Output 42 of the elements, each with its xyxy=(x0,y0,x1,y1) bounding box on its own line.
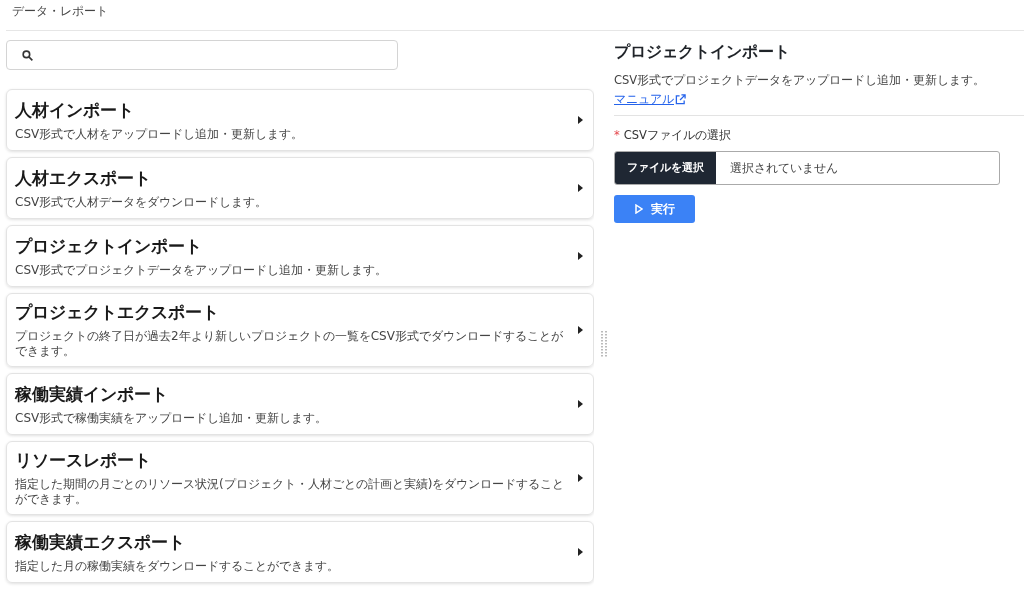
search-field[interactable] xyxy=(6,40,398,70)
card-description: CSV形式でプロジェクトデータをアップロードし追加・更新します。 xyxy=(15,262,389,278)
card-description: 指定した期間の月ごとのリソース状況(プロジェクト・人材ごとの計画と実績)をダウンロードすることができます。 xyxy=(15,477,566,507)
card-title: 人材インポート xyxy=(15,98,135,122)
report-card[interactable]: リソースレポート 指定した期間の月ごとのリソース状況(プロジェクト・人材ごとの計画と実績)をダウンロードすることができます。 xyxy=(6,441,594,515)
caret-right-icon xyxy=(578,400,583,408)
card-description: プロジェクトの終了日が過去2年より新しいプロジェクトの一覧をCSV形式でダウンロードすることができます。 xyxy=(15,329,564,359)
report-card[interactable]: 稼働実績エクスポート 指定した月の稼働実績をダウンロードすることができます。 xyxy=(6,521,594,583)
caret-right-icon xyxy=(578,252,583,260)
play-icon xyxy=(634,204,643,214)
card-title: 稼働実績エクスポート xyxy=(15,530,186,554)
card-description: CSV形式で人材をアップロードし追加・更新します。 xyxy=(15,126,305,142)
external-link-icon xyxy=(675,94,686,105)
card-description: CSV形式で稼働実績をアップロードし追加・更新します。 xyxy=(15,410,329,426)
caret-right-icon xyxy=(578,184,583,192)
search-icon xyxy=(21,48,34,62)
panel-description: CSV形式でプロジェクトデータをアップロードし追加・更新します。 xyxy=(614,73,987,88)
card-title: 稼働実績インポート xyxy=(15,382,169,406)
report-card[interactable]: プロジェクトエクスポート プロジェクトの終了日が過去2年より新しいプロジェクトの一覧をCSV形式でダウンロードすることができます。 xyxy=(6,293,594,367)
run-button[interactable]: 実行 xyxy=(614,195,695,223)
manual-link[interactable]: マニュアル xyxy=(614,92,686,107)
caret-right-icon xyxy=(578,116,583,124)
caret-right-icon xyxy=(578,326,583,334)
field-label: * CSVファイルの選択 xyxy=(614,128,732,143)
card-title: プロジェクトインポート xyxy=(15,234,203,258)
drag-handle-icon[interactable] xyxy=(601,331,607,357)
report-card[interactable]: 人材エクスポート CSV形式で人材データをダウンロードします。 xyxy=(6,157,594,219)
file-field[interactable]: ファイルを選択 選択されていません xyxy=(614,151,1000,185)
breadcrumb: データ・レポート xyxy=(12,2,108,20)
card-title: 人材エクスポート xyxy=(15,166,152,190)
card-title: プロジェクトエクスポート xyxy=(15,301,220,324)
caret-right-icon xyxy=(578,474,583,482)
report-card[interactable]: プロジェクトインポート CSV形式でプロジェクトデータをアップロードし追加・更新します。 xyxy=(6,225,594,287)
file-status: 選択されていません xyxy=(729,159,838,177)
report-card[interactable]: 人材インポート CSV形式で人材をアップロードし追加・更新します。 xyxy=(6,89,594,151)
panel-title: プロジェクトインポート xyxy=(614,42,791,63)
choose-file-button[interactable]: ファイルを選択 xyxy=(615,152,716,184)
card-title: リソースレポート xyxy=(15,449,152,472)
card-description: 指定した月の稼働実績をダウンロードすることができます。 xyxy=(15,558,340,574)
report-card[interactable]: 稼働実績インポート CSV形式で稼働実績をアップロードし追加・更新します。 xyxy=(6,373,594,435)
card-description: CSV形式で人材データをダウンロードします。 xyxy=(15,194,269,210)
caret-right-icon xyxy=(578,548,583,556)
